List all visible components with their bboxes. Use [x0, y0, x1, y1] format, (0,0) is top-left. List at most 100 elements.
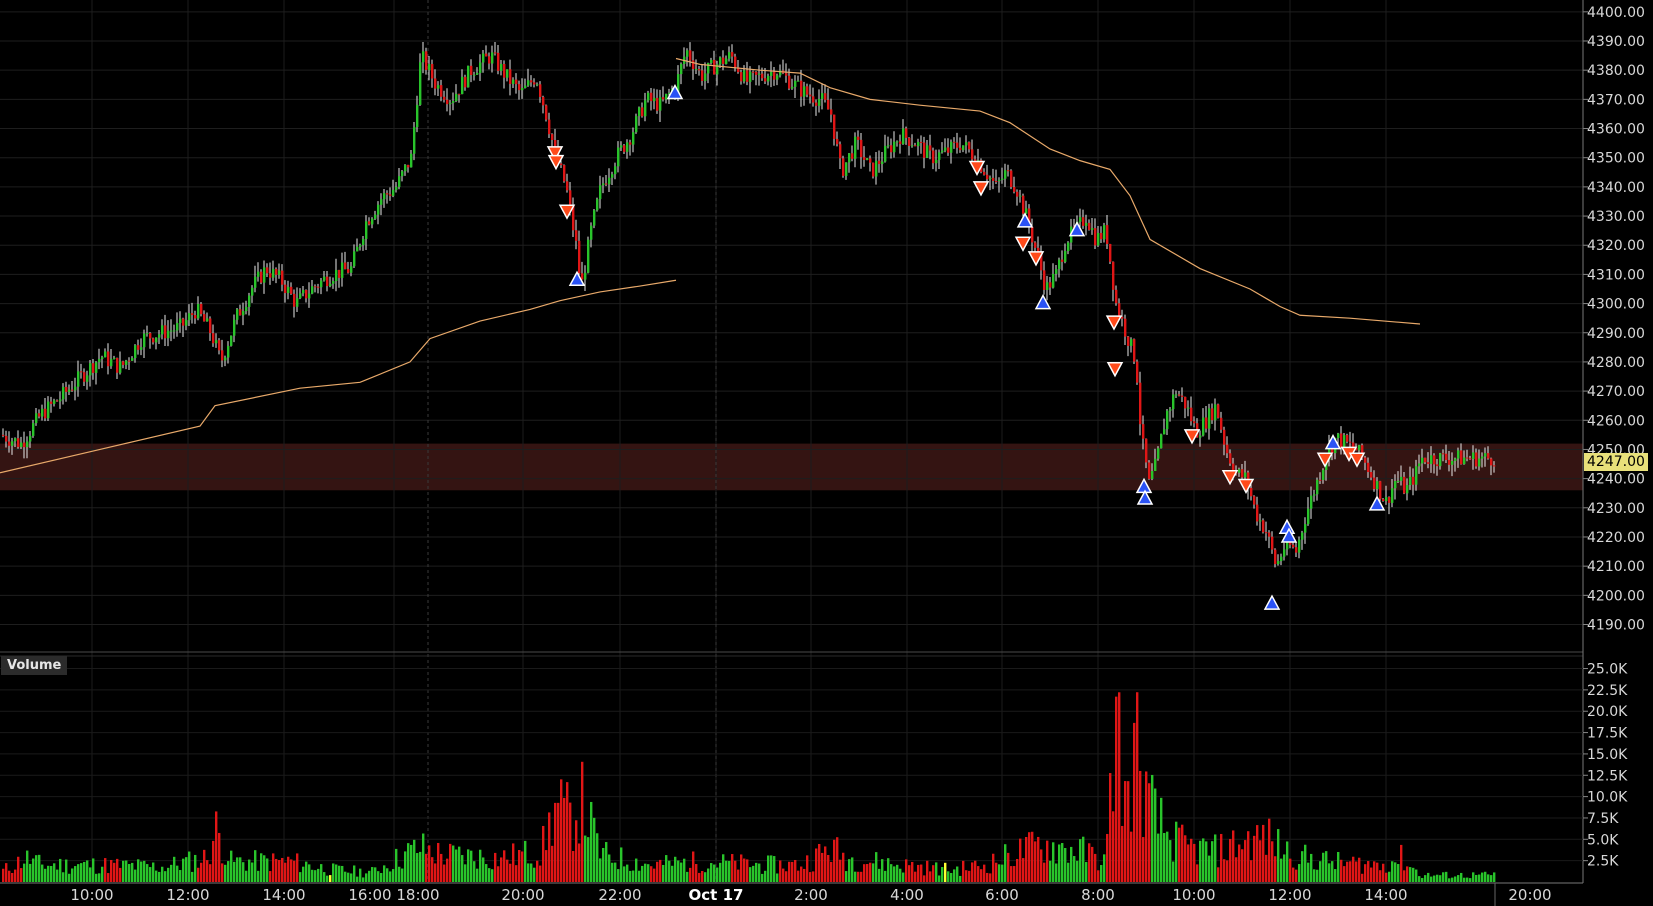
- candle-body: [539, 84, 542, 98]
- candle-body: [98, 358, 101, 363]
- candle-body: [353, 251, 356, 267]
- volume-bar: [20, 868, 23, 882]
- candle-body: [1412, 476, 1415, 485]
- volume-bar: [344, 871, 347, 882]
- volume-bar: [1394, 862, 1397, 882]
- volume-bar: [1043, 862, 1046, 882]
- candle-body: [983, 171, 986, 175]
- candle-body: [1103, 225, 1106, 240]
- volume-bar: [833, 839, 836, 882]
- candle-body: [569, 190, 572, 206]
- candle-body: [29, 435, 32, 442]
- candle-body: [998, 179, 1001, 182]
- volume-tick-label: 5.0K: [1587, 832, 1619, 848]
- volume-bar: [1232, 830, 1235, 882]
- volume-bar: [860, 871, 863, 882]
- candle-body: [1016, 191, 1019, 197]
- candle-body: [1175, 394, 1178, 396]
- volume-bar: [812, 871, 815, 882]
- volume-bar: [455, 849, 458, 882]
- candle-body: [149, 333, 152, 339]
- volume-bar: [872, 863, 875, 882]
- price-axis: 4190.00 4200.00 4210.00 4220.00 4230.00 4240.…: [1583, 5, 1645, 633]
- volume-bar: [1337, 851, 1340, 882]
- volume-bar: [1160, 797, 1163, 882]
- volume-bar: [62, 872, 65, 882]
- candle-body: [1214, 404, 1217, 421]
- candle-body: [1283, 549, 1286, 557]
- volume-bar: [1121, 825, 1124, 882]
- candle-body: [656, 97, 659, 111]
- candle-body: [602, 183, 605, 186]
- volume-bar: [929, 871, 932, 882]
- candle-body: [83, 372, 86, 382]
- candle-body: [1301, 532, 1304, 540]
- volume-bar: [1178, 827, 1181, 882]
- candle-body: [107, 351, 110, 367]
- candle-body: [734, 56, 737, 68]
- volume-bar: [665, 855, 668, 882]
- candle-body: [1445, 453, 1448, 460]
- candle-body: [1274, 549, 1277, 565]
- volume-bar: [617, 869, 620, 882]
- candle-body: [941, 150, 944, 153]
- volume-bar: [353, 865, 356, 882]
- volume-bar: [365, 873, 368, 882]
- candle-body: [1349, 441, 1352, 443]
- volume-bar: [245, 870, 248, 882]
- volume-bar: [947, 871, 950, 882]
- volume-bar: [1265, 854, 1268, 882]
- candle-body: [1472, 452, 1475, 459]
- volume-bar: [1229, 838, 1232, 882]
- volume-bar: [905, 859, 908, 882]
- volume-bar: [287, 856, 290, 882]
- volume-bar: [986, 872, 989, 882]
- candle-body: [1211, 408, 1214, 421]
- candle-body: [1406, 485, 1409, 494]
- candle-body: [872, 162, 875, 177]
- volume-bar: [449, 843, 452, 882]
- candle-body: [1079, 217, 1082, 222]
- candle-body: [608, 177, 611, 185]
- volume-bar: [854, 871, 857, 882]
- volume-bar: [2, 868, 5, 882]
- volume-bar: [1154, 788, 1157, 882]
- volume-bar: [209, 864, 212, 882]
- volume-bar: [779, 860, 782, 882]
- candle-body: [1199, 435, 1202, 438]
- candle-body: [221, 350, 224, 361]
- volume-bar: [500, 857, 503, 882]
- volume-bar: [443, 864, 446, 882]
- candle-body: [950, 141, 953, 153]
- candle-body: [827, 99, 830, 110]
- candle-body: [14, 438, 17, 442]
- volume-bar: [1391, 861, 1394, 882]
- candle-body: [161, 325, 164, 335]
- candle-body: [605, 183, 608, 185]
- candle-body: [1091, 228, 1094, 230]
- volume-bar: [1223, 859, 1226, 882]
- volume-bar: [518, 849, 521, 882]
- volume-bar: [1040, 849, 1043, 882]
- volume-bar: [233, 861, 236, 882]
- candle-body: [1280, 556, 1283, 562]
- candle-body: [251, 287, 254, 296]
- candle-body: [1160, 434, 1163, 449]
- volume-bar: [1151, 774, 1154, 882]
- volume-bar: [1022, 858, 1025, 882]
- candle-body: [698, 68, 701, 71]
- volume-bar: [35, 855, 38, 882]
- volume-bar: [1364, 864, 1367, 882]
- volume-bar: [938, 875, 941, 882]
- volume-bar: [1490, 875, 1493, 882]
- candle-body: [401, 171, 404, 177]
- volume-bar: [1487, 874, 1490, 882]
- volume-bar: [32, 858, 35, 882]
- volume-bar: [740, 854, 743, 882]
- candle-body: [1262, 520, 1265, 533]
- candle-body: [17, 438, 20, 447]
- volume-bar: [1052, 842, 1055, 882]
- volume-bar: [710, 863, 713, 882]
- candle-body: [356, 246, 359, 252]
- volume-bar: [911, 861, 914, 882]
